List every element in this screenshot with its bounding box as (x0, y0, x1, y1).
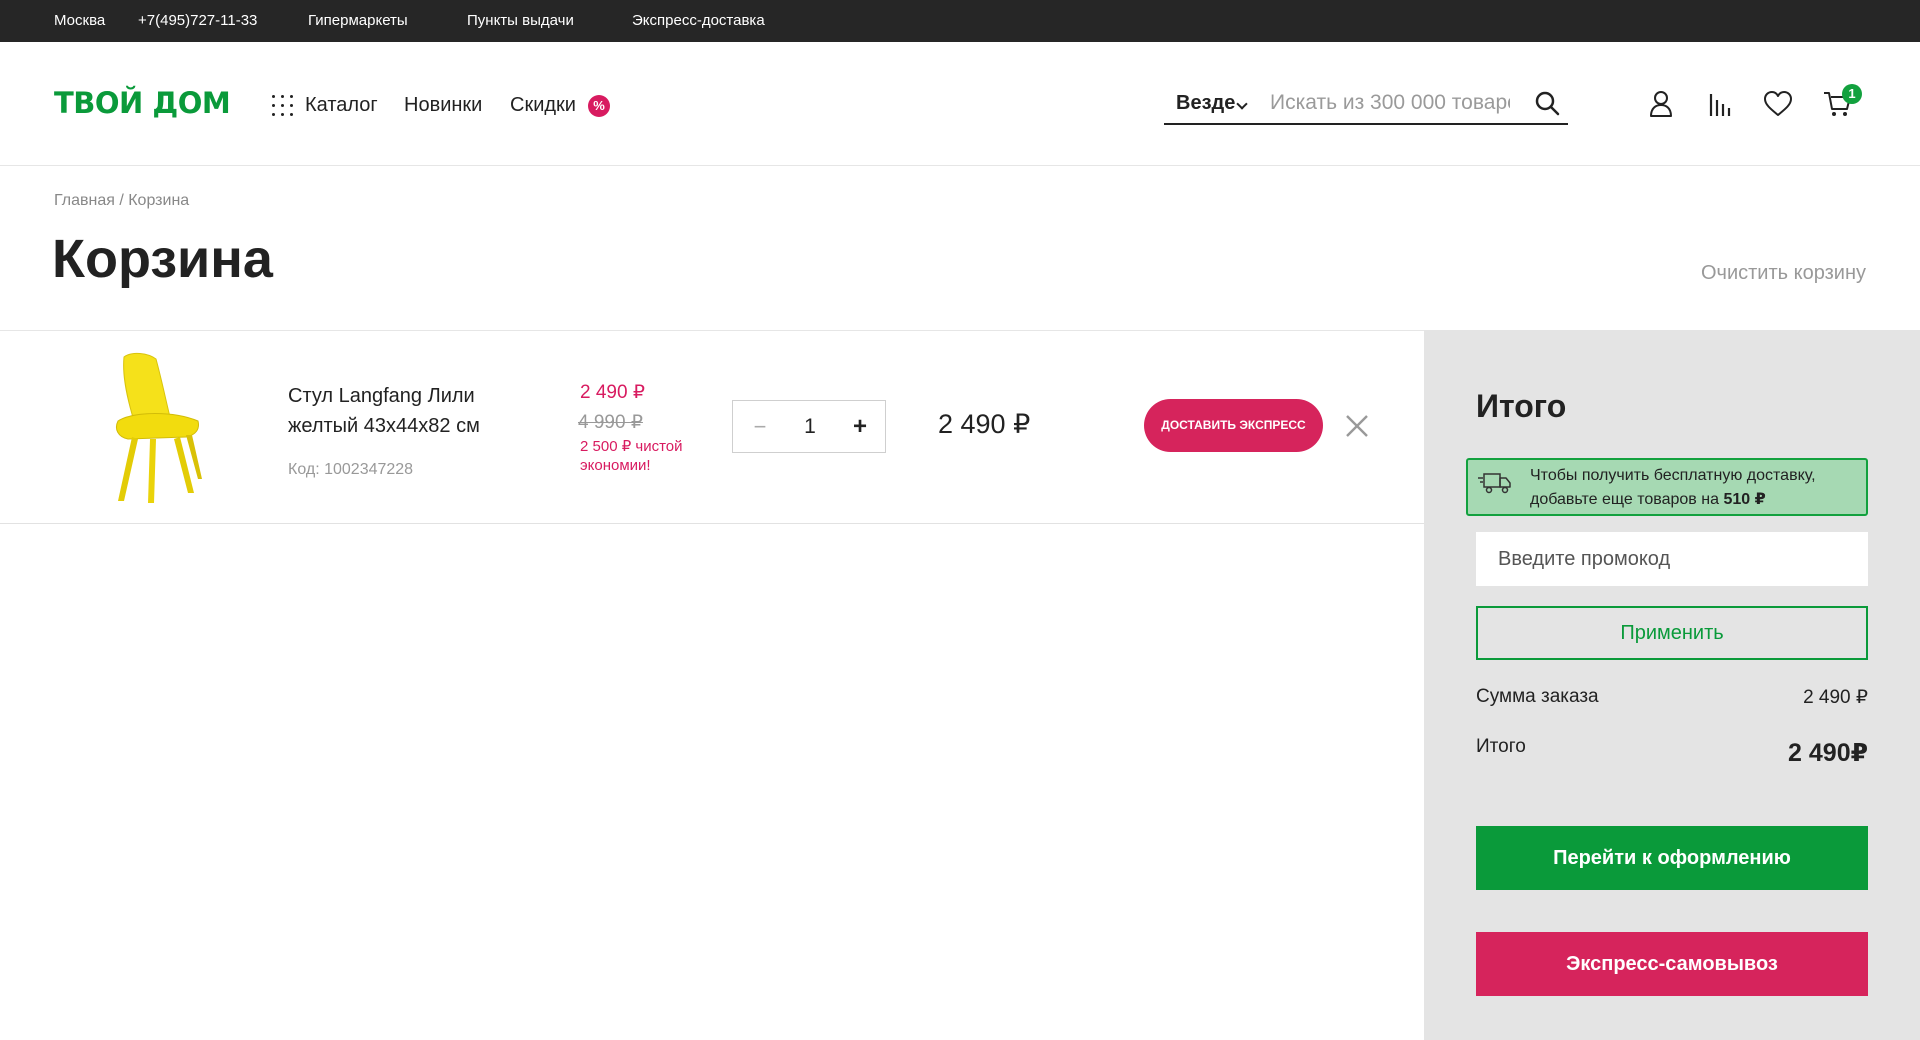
page-title: Корзина (52, 229, 273, 289)
express-delivery-button[interactable]: доставить экспресс (1144, 399, 1323, 452)
order-sum-value: 2 490 ₽ (1803, 687, 1868, 708)
promo-code-input[interactable] (1476, 532, 1868, 586)
free-shipping-notice: Чтобы получить бесплатную доставку, доба… (1466, 458, 1868, 516)
total-label: Итого (1476, 736, 1526, 757)
search-bar: Везде (1164, 82, 1568, 125)
user-icon[interactable] (1645, 88, 1677, 120)
search-icon[interactable] (1534, 90, 1560, 116)
cart-count-badge: 1 (1842, 84, 1862, 104)
product-code: Код: 1002347228 (288, 461, 414, 478)
breadcrumb[interactable]: Главная / Корзина (54, 192, 189, 210)
site-header: ТВОЙ ДОМ Каталог Новинки Скидки % Везде … (0, 42, 1920, 166)
city-link[interactable]: Москва (54, 12, 105, 29)
price-saving: 2 500 ₽ чистой экономии! (580, 438, 683, 474)
price-old: 4 990 ₽ (578, 412, 643, 433)
compare-icon[interactable] (1705, 88, 1737, 120)
express-pickup-button[interactable]: Экспресс-самовывоз (1476, 932, 1868, 996)
nav-new[interactable]: Новинки (404, 94, 482, 117)
product-image[interactable] (104, 351, 208, 505)
order-summary-panel: Итого Чтобы получить бесплатную доставку… (1424, 330, 1920, 1040)
apply-promo-button[interactable]: Применить (1476, 606, 1868, 660)
truck-icon (1478, 473, 1511, 494)
close-icon[interactable] (1344, 413, 1370, 439)
topbar-link-pickup-points[interactable]: Пункты выдачи (467, 12, 574, 29)
chevron-down-icon[interactable] (1236, 98, 1248, 110)
total-value: 2 490₽ (1788, 739, 1868, 767)
product-name[interactable]: Стул Langfang Лили желтый 43х44х82 см (288, 381, 518, 441)
quantity-increase-button[interactable]: + (845, 413, 875, 441)
catalog-grid-icon[interactable] (272, 95, 294, 117)
quantity-decrease-button[interactable]: − (745, 413, 775, 441)
quantity-value[interactable]: 1 (788, 413, 832, 441)
top-bar: Москва +7(495)727-11-33 Гипермаркеты Пун… (0, 0, 1920, 42)
quantity-stepper: − 1 + (732, 400, 886, 453)
cart-item-row: Стул Langfang Лили желтый 43х44х82 см Ко… (0, 331, 1424, 524)
free-shipping-text: Чтобы получить бесплатную доставку, доба… (1530, 467, 1816, 508)
phone-link[interactable]: +7(495)727-11-33 (138, 12, 257, 29)
heart-icon[interactable] (1762, 88, 1794, 120)
summary-title: Итого (1476, 388, 1567, 424)
topbar-link-hypermarkets[interactable]: Гипермаркеты (308, 12, 408, 29)
search-scope-select[interactable]: Везде (1176, 92, 1235, 115)
sale-percent-badge: % (588, 95, 610, 117)
nav-catalog[interactable]: Каталог (305, 94, 378, 117)
site-logo[interactable]: ТВОЙ ДОМ (54, 86, 231, 120)
checkout-button[interactable]: Перейти к оформлению (1476, 826, 1868, 890)
free-shipping-amount: 510 ₽ (1723, 491, 1766, 508)
search-input[interactable] (1270, 88, 1510, 118)
clear-cart-link[interactable]: Очистить корзину (1701, 262, 1866, 285)
topbar-link-express-delivery[interactable]: Экспресс-доставка (632, 12, 765, 29)
line-total: 2 490 ₽ (938, 409, 1031, 439)
price-current: 2 490 ₽ (580, 382, 645, 403)
nav-sale[interactable]: Скидки (510, 94, 576, 117)
order-sum-label: Сумма заказа (1476, 686, 1599, 707)
